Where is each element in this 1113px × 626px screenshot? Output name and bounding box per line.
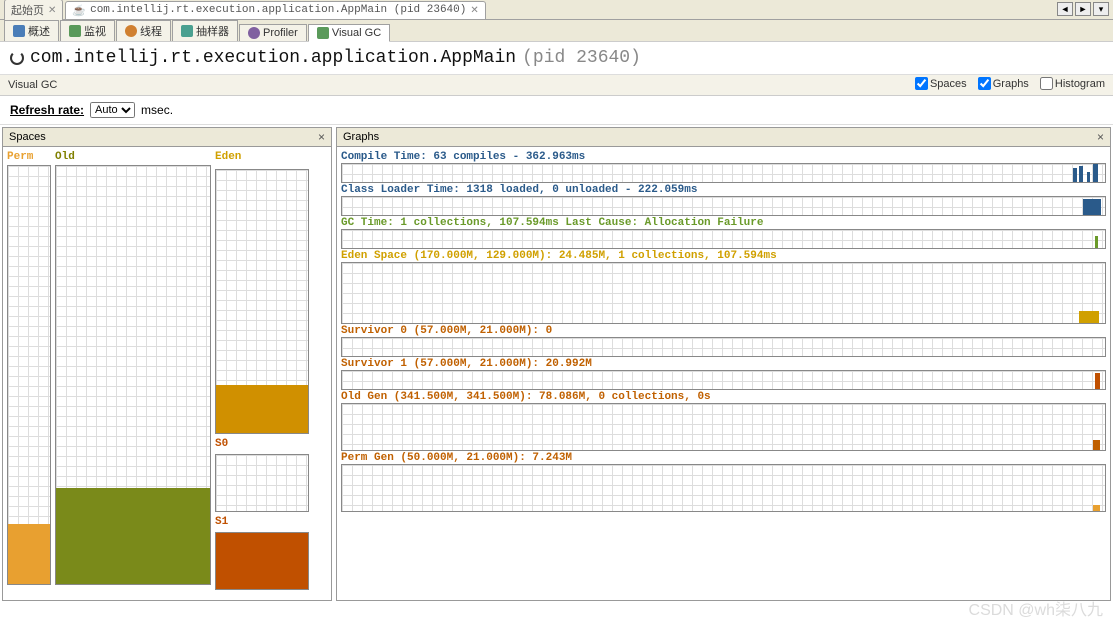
eden-row: Eden Space (170.000M, 129.000M): 24.485M… xyxy=(341,250,1106,324)
oldgen-label: Old Gen (341.500M, 341.500M): 78.086M, 0… xyxy=(341,391,1106,403)
profiler-icon xyxy=(248,27,260,39)
sampler-icon xyxy=(181,25,193,37)
reload-icon[interactable] xyxy=(10,51,24,65)
eden-chart xyxy=(215,169,309,434)
s1-fill xyxy=(216,533,308,589)
spaces-panel: Spaces × Perm Old Eden S0 S1 xyxy=(2,127,332,601)
gctime-row: GC Time: 1 collections, 107.594ms Last C… xyxy=(341,217,1106,249)
subtab-sampler[interactable]: 抽样器 xyxy=(172,20,238,41)
compile-time-row: Compile Time: 63 compiles - 362.963ms xyxy=(341,151,1106,183)
top-tab-bar: 起始页 ✕ ☕ com.intellij.rt.execution.applic… xyxy=(0,0,1113,20)
subtab-threads[interactable]: 线程 xyxy=(116,20,171,41)
close-icon[interactable]: ✕ xyxy=(470,5,478,16)
perm-chart xyxy=(7,165,51,585)
s0-graph-label: Survivor 0 (57.000M, 21.000M): 0 xyxy=(341,325,1106,337)
perm-label: Perm xyxy=(7,151,51,163)
oldgen-chart xyxy=(341,403,1106,451)
gctime-chart xyxy=(341,229,1106,249)
view-toggles: Spaces Graphs Histogram xyxy=(907,77,1105,93)
refresh-unit: msec. xyxy=(141,103,173,117)
graphs-checkbox[interactable]: Graphs xyxy=(978,77,1029,90)
s1-graph-chart xyxy=(341,370,1106,390)
tab-start-page[interactable]: 起始页 ✕ xyxy=(4,0,63,20)
s1-graph-label: Survivor 1 (57.000M, 21.000M): 20.992M xyxy=(341,358,1106,370)
overview-icon xyxy=(13,25,25,37)
watermark: CSDN @wh柒八九 xyxy=(969,596,1103,620)
refresh-label: Refresh rate: xyxy=(10,103,84,117)
old-chart xyxy=(55,165,211,585)
perm-fill xyxy=(8,524,50,584)
s0-chart xyxy=(215,454,309,512)
threads-icon xyxy=(125,25,137,37)
permgen-row: Perm Gen (50.000M, 21.000M): 7.243M xyxy=(341,452,1106,512)
spaces-panel-header: Spaces × xyxy=(3,128,331,147)
title-pid: (pid 23640) xyxy=(522,48,641,68)
histogram-checkbox[interactable]: Histogram xyxy=(1040,77,1105,90)
main-panels: Spaces × Perm Old Eden S0 S1 Gr xyxy=(0,125,1113,603)
s1-label: S1 xyxy=(215,516,309,528)
eden-fill xyxy=(216,385,308,433)
menu-button[interactable]: ▾ xyxy=(1093,2,1109,16)
oldgen-row: Old Gen (341.500M, 341.500M): 78.086M, 0… xyxy=(341,391,1106,451)
eden-graph-chart xyxy=(341,262,1106,324)
permgen-label: Perm Gen (50.000M, 21.000M): 7.243M xyxy=(341,452,1106,464)
next-button[interactable]: ► xyxy=(1075,2,1091,16)
close-icon[interactable]: ✕ xyxy=(48,5,56,16)
close-icon[interactable]: × xyxy=(1097,130,1104,144)
tab-app[interactable]: ☕ com.intellij.rt.execution.application.… xyxy=(65,1,485,19)
refresh-bar: Refresh rate: Auto msec. xyxy=(0,96,1113,125)
eden-survivor-column: Eden S0 S1 xyxy=(215,151,309,596)
classloader-label: Class Loader Time: 1318 loaded, 0 unload… xyxy=(341,184,1106,196)
old-column: Old xyxy=(55,151,211,596)
graphs-panel-header: Graphs × xyxy=(337,128,1110,147)
s0-label: S0 xyxy=(215,438,309,450)
compile-time-label: Compile Time: 63 compiles - 362.963ms xyxy=(341,151,1106,163)
compile-time-chart xyxy=(341,163,1106,183)
tab-start-label: 起始页 xyxy=(11,2,44,18)
eden-label: Eden xyxy=(215,151,309,163)
refresh-select[interactable]: Auto xyxy=(90,102,135,118)
close-icon[interactable]: × xyxy=(318,130,325,144)
spaces-body: Perm Old Eden S0 S1 xyxy=(3,147,331,600)
subtab-overview[interactable]: 概述 xyxy=(4,20,59,41)
s0-graph-chart xyxy=(341,337,1106,357)
subtab-bar: 概述 监视 线程 抽样器 Profiler Visual GC xyxy=(0,20,1113,42)
s1-chart xyxy=(215,532,309,590)
old-label: Old xyxy=(55,151,211,163)
gctime-label: GC Time: 1 collections, 107.594ms Last C… xyxy=(341,217,1106,229)
classloader-row: Class Loader Time: 1318 loaded, 0 unload… xyxy=(341,184,1106,216)
app-title: com.intellij.rt.execution.application.Ap… xyxy=(0,42,1113,75)
permgen-chart xyxy=(341,464,1106,512)
old-fill xyxy=(56,488,210,584)
s1-row: Survivor 1 (57.000M, 21.000M): 20.992M xyxy=(341,358,1106,390)
graphs-body: Compile Time: 63 compiles - 362.963ms Cl… xyxy=(337,147,1110,600)
prev-button[interactable]: ◄ xyxy=(1057,2,1073,16)
graphs-panel: Graphs × Compile Time: 63 compiles - 362… xyxy=(336,127,1111,601)
visualgc-label: Visual GC xyxy=(8,79,57,91)
tab-app-label: com.intellij.rt.execution.application.Ap… xyxy=(90,4,466,16)
title-main: com.intellij.rt.execution.application.Ap… xyxy=(30,48,516,68)
spaces-checkbox[interactable]: Spaces xyxy=(915,77,967,90)
subtab-visualgc[interactable]: Visual GC xyxy=(308,24,390,42)
java-icon: ☕ xyxy=(72,4,86,17)
monitor-icon xyxy=(69,25,81,37)
perm-column: Perm xyxy=(7,151,51,596)
subtab-profiler[interactable]: Profiler xyxy=(239,24,307,41)
visualgc-header: Visual GC Spaces Graphs Histogram xyxy=(0,75,1113,96)
window-controls: ◄ ► ▾ xyxy=(1057,2,1109,16)
visualgc-icon xyxy=(317,27,329,39)
subtab-monitor[interactable]: 监视 xyxy=(60,20,115,41)
classloader-chart xyxy=(341,196,1106,216)
eden-graph-label: Eden Space (170.000M, 129.000M): 24.485M… xyxy=(341,250,1106,262)
s0-row: Survivor 0 (57.000M, 21.000M): 0 xyxy=(341,325,1106,357)
